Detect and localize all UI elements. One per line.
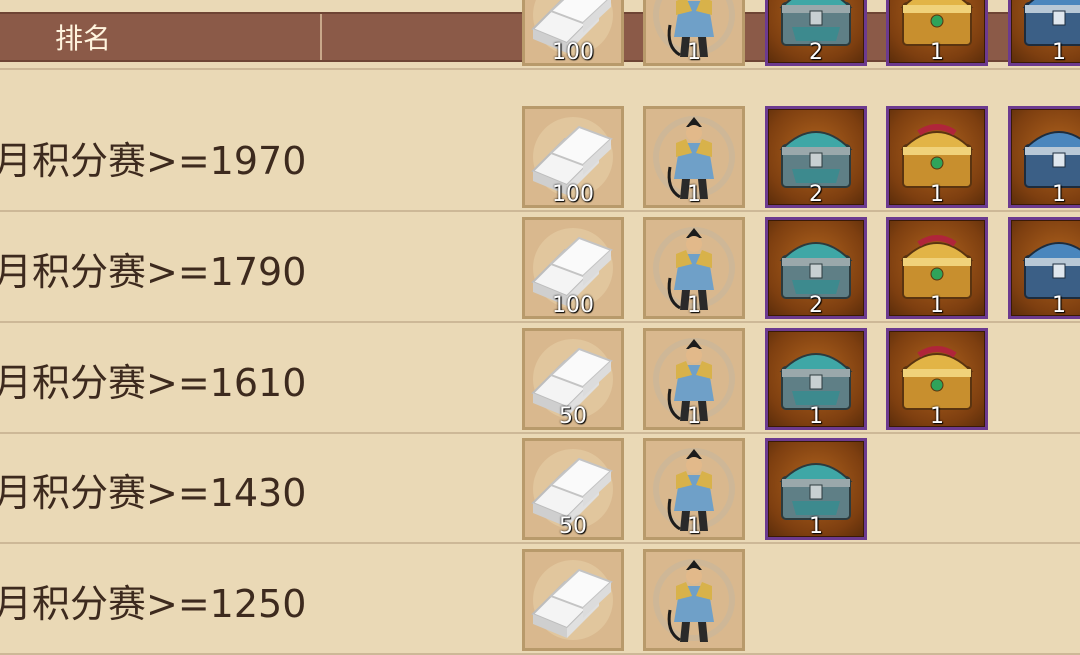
reward-slot[interactable]: 100	[522, 217, 624, 319]
reward-count: 1	[687, 404, 701, 429]
reward-slot[interactable]	[643, 549, 745, 651]
reward-slot[interactable]: 1	[643, 328, 745, 430]
reward-count: 50	[559, 404, 587, 429]
reward-count: 1	[809, 514, 823, 539]
row-divider	[0, 542, 1080, 544]
reward-count: 1	[1052, 40, 1066, 65]
rank-tier-label: 月积分赛>=1610	[0, 360, 307, 405]
reward-slot[interactable]: 1	[886, 0, 988, 66]
reward-count: 100	[552, 40, 594, 65]
reward-slot[interactable]: 1	[886, 106, 988, 208]
reward-slot[interactable]: 1	[643, 217, 745, 319]
reward-count: 1	[687, 182, 701, 207]
reward-count: 1	[687, 293, 701, 318]
reward-count: 50	[559, 514, 587, 539]
reward-count: 2	[809, 293, 823, 318]
row-divider	[0, 210, 1080, 212]
row-divider	[0, 321, 1080, 323]
ranking-row: 月积分赛>=1610 50 1 1 1	[0, 324, 1080, 434]
reward-slot[interactable]: 1	[643, 0, 745, 66]
reward-slot[interactable]: 1	[1008, 217, 1080, 319]
reward-count: 1	[930, 40, 944, 65]
reward-slot[interactable]: 2	[765, 106, 867, 208]
reward-slot[interactable]: 1	[765, 438, 867, 540]
reward-count: 2	[809, 182, 823, 207]
reward-count: 1	[687, 514, 701, 539]
reward-slot[interactable]: 2	[765, 217, 867, 319]
rank-tier-label: 月积分赛>=1970	[0, 138, 307, 183]
reward-slot[interactable]: 1	[1008, 106, 1080, 208]
reward-slot[interactable]: 50	[522, 328, 624, 430]
reward-count: 1	[1052, 182, 1066, 207]
reward-count: 100	[552, 293, 594, 318]
reward-count: 1	[687, 40, 701, 65]
reward-count: 100	[552, 182, 594, 207]
rank-tier-label: 月积分赛>=1430	[0, 470, 307, 515]
reward-count: 1	[930, 182, 944, 207]
rank-tier-label: 月积分赛>=1250	[0, 581, 307, 626]
ranking-row: 月积分赛>=1430 50 1 1	[0, 434, 1080, 544]
reward-slot[interactable]: 2	[765, 0, 867, 66]
reward-count: 2	[809, 40, 823, 65]
reward-slot[interactable]: 100	[522, 0, 624, 66]
reward-slot[interactable]: 100	[522, 106, 624, 208]
reward-count: 1	[930, 404, 944, 429]
ranking-row: 月积分赛>=1250	[0, 545, 1080, 655]
row-divider	[0, 68, 1080, 70]
reward-slot[interactable]: 1	[765, 328, 867, 430]
reward-slot[interactable]: 1	[643, 438, 745, 540]
rank-tier-label: 月积分赛>=1790	[0, 249, 307, 294]
ranking-row: 100 1 2 1 1	[0, 0, 1080, 70]
reward-slot[interactable]: 1	[643, 106, 745, 208]
ranking-row: 月积分赛>=1790 100 1 2 1 1	[0, 213, 1080, 323]
reward-slot[interactable]	[522, 549, 624, 651]
reward-count: 1	[930, 293, 944, 318]
reward-slot[interactable]: 1	[1008, 0, 1080, 66]
reward-slot[interactable]: 50	[522, 438, 624, 540]
reward-slot[interactable]: 1	[886, 217, 988, 319]
reward-count: 1	[809, 404, 823, 429]
reward-slot[interactable]: 1	[886, 328, 988, 430]
reward-count: 1	[1052, 293, 1066, 318]
ranking-row: 月积分赛>=1970 100 1 2 1 1	[0, 102, 1080, 212]
